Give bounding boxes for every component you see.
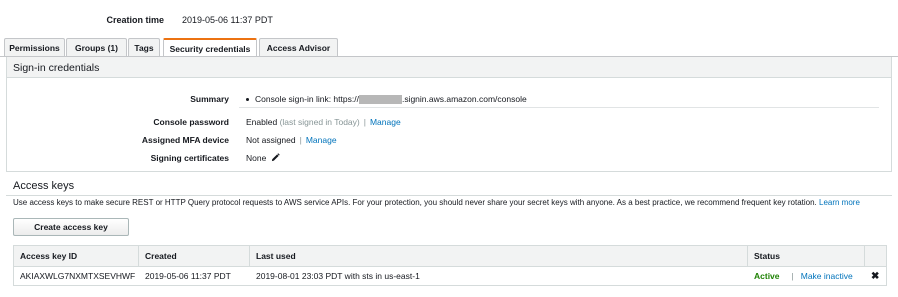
bullet [246, 98, 249, 102]
tab-access-advisor[interactable]: Access Advisor [259, 38, 338, 57]
column-header-key-id[interactable]: Access key ID [14, 246, 139, 266]
access-key-created: 2019-05-06 11:37 PDT [145, 271, 231, 281]
create-access-key-button[interactable]: Create access key [13, 218, 129, 236]
panel-title: Sign-in credentials [13, 62, 100, 74]
tab-bar: Permissions Groups (1) Tags Security cre… [0, 38, 898, 58]
password-status: Enabled [246, 117, 278, 127]
redacted-account-id [358, 95, 402, 105]
tab-security-credentials[interactable]: Security credentials [163, 38, 257, 58]
panel-header: Sign-in credentials [7, 57, 891, 78]
manage-mfa-link[interactable]: Manage [306, 135, 337, 145]
tab-permissions[interactable]: Permissions [4, 38, 65, 57]
summary-label: Summary [190, 94, 229, 104]
mfa-device-value: Not assigned | Manage [246, 135, 337, 145]
table-header: Access key ID Created Last used Status [14, 246, 886, 267]
creation-time-label: Creation time [106, 15, 164, 25]
access-key-status-cell: Active | Make inactive [748, 267, 865, 285]
summary-divider [239, 107, 879, 108]
access-key-last-used: 2019-08-01 23:03 PDT with sts in us-east… [256, 271, 420, 281]
tab-label: Groups (1) [75, 43, 118, 53]
tab-groups[interactable]: Groups (1) [66, 38, 127, 57]
access-keys-divider [6, 195, 892, 196]
summary-value: Console sign-in link: https:// .signin.aw… [246, 94, 527, 105]
status-badge: Active [754, 271, 780, 281]
make-inactive-link[interactable]: Make inactive [801, 271, 853, 281]
separator: | [791, 271, 794, 281]
access-keys-table: Access key ID Created Last used Status A… [13, 245, 887, 286]
separator: | [299, 135, 302, 145]
manage-password-link[interactable]: Manage [370, 117, 401, 127]
tab-label: Security credentials [169, 44, 251, 54]
signin-credentials-panel: Sign-in credentials Summary Console sign… [6, 57, 892, 172]
console-password-value: Enabled (last signed in Today) | Manage [246, 117, 401, 127]
tab-label: Tags [134, 43, 154, 53]
console-password-label: Console password [153, 117, 229, 127]
table-row: AKIAXWLG7NXMTXSEVHWF 2019-05-06 11:37 PD… [14, 267, 886, 285]
column-header-actions [865, 246, 888, 266]
close-icon[interactable]: ✖ [871, 271, 879, 282]
signin-link-suffix: .signin.aws.amazon.com/console [401, 94, 527, 104]
signin-link-prefix: Console sign-in link: https:// [255, 94, 359, 104]
tab-label: Access Advisor [266, 43, 331, 53]
signing-status: None [246, 153, 267, 163]
tab-tags[interactable]: Tags [128, 38, 160, 57]
access-keys-description: Use access keys to make secure REST or H… [13, 198, 860, 207]
column-header-status[interactable]: Status [748, 246, 865, 266]
access-keys-title: Access keys [13, 180, 75, 192]
separator: | [363, 117, 366, 127]
signing-certificates-value: None [246, 153, 280, 164]
creation-time-row: Creation time 2019-05-06 11:37 PDT [0, 15, 898, 27]
access-key-id: AKIAXWLG7NXMTXSEVHWF [20, 271, 136, 281]
creation-time-value: 2019-05-06 11:37 PDT [182, 15, 273, 25]
description-text: Use access keys to make secure REST or H… [13, 198, 817, 207]
column-header-last-used[interactable]: Last used [250, 246, 748, 266]
mfa-device-label: Assigned MFA device [141, 135, 229, 145]
pencil-icon[interactable] [271, 153, 280, 164]
tab-label: Permissions [9, 43, 60, 53]
learn-more-link[interactable]: Learn more [819, 198, 860, 207]
mfa-status: Not assigned [246, 135, 296, 145]
delete-cell: ✖ [865, 267, 888, 285]
signing-certificates-label: Signing certificates [150, 153, 229, 163]
column-header-created[interactable]: Created [139, 246, 250, 266]
password-last-signed: (last signed in Today) [279, 117, 360, 127]
